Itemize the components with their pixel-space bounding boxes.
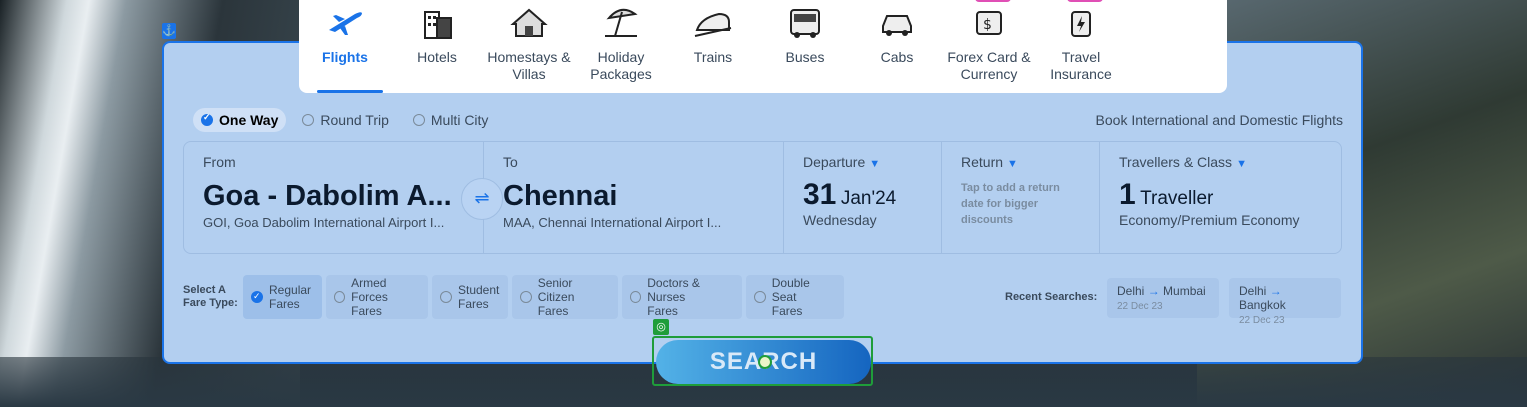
chevron-down-icon: ▼ (1007, 158, 1018, 170)
hotel-icon (424, 11, 452, 39)
arrow-right-icon: → (1147, 284, 1160, 298)
new-tag (1067, 0, 1103, 2)
fare-types: RegularFares Armed ForcesFares StudentFa… (243, 275, 844, 319)
fare-type-label: Select A Fare Type: (183, 284, 238, 309)
from-field[interactable]: From Goa - Dabolim A... GOI, Goa Dabolim… (184, 142, 484, 253)
book-flights-text: Book International and Domestic Flights (1095, 112, 1343, 128)
radio-icon (412, 114, 425, 126)
trip-type-selector: One Way Round Trip Multi City (193, 108, 496, 132)
bus-icon (790, 9, 820, 38)
forex-icon: $ (976, 11, 1002, 35)
fare-armed-forces[interactable]: Armed Forces Fares (326, 275, 428, 319)
radio-icon (630, 291, 642, 303)
tab-travel-insurance[interactable]: Travel Insurance (1035, 0, 1127, 93)
svg-text:$: $ (983, 17, 992, 33)
radio-icon (334, 291, 346, 303)
recent-searches-label: Recent Searches: (1005, 291, 1098, 303)
radio-icon (754, 291, 766, 303)
search-fields: From Goa - Dabolim A... GOI, Goa Dabolim… (183, 141, 1342, 254)
departure-field[interactable]: Departure ▼ 31 Jan'24 Wednesday (784, 142, 942, 253)
tab-forex[interactable]: $ Forex Card & Currency (943, 0, 1035, 93)
chevron-down-icon: ▼ (1236, 158, 1247, 170)
cursor-icon (758, 355, 772, 369)
beach-umbrella-icon (605, 8, 638, 37)
train-icon (694, 12, 732, 37)
swap-icon[interactable]: ⇌ (461, 178, 503, 220)
fare-senior-citizen[interactable]: Senior Citizen Fares (512, 275, 618, 319)
arrow-right-icon: → (1269, 284, 1282, 298)
trip-multi-city[interactable]: Multi City (405, 108, 497, 132)
fare-doctors-nurses[interactable]: Doctors & Nurses Fares (622, 275, 742, 319)
fare-double-seat[interactable]: Double Seat Fares (746, 275, 844, 319)
tab-buses[interactable]: Buses (759, 0, 851, 93)
cab-icon (882, 15, 912, 36)
trip-round-trip[interactable]: Round Trip (294, 108, 396, 132)
anchor-icon: ⚓ (162, 23, 176, 39)
chevron-down-icon: ▼ (869, 158, 881, 170)
radio-icon (520, 291, 532, 303)
fare-student[interactable]: Student Fares (432, 275, 508, 319)
product-nav: Flights Hotels Homestays & Villas Holida… (299, 0, 1227, 93)
tab-flights[interactable]: Flights (299, 0, 391, 93)
tab-homestays[interactable]: Homestays & Villas (483, 0, 575, 93)
recent-search-item[interactable]: Delhi → Mumbai 22 Dec 23 (1107, 278, 1219, 318)
radio-checked-icon (201, 112, 213, 126)
radio-checked-icon (251, 289, 263, 303)
return-field[interactable]: Return ▼ Tap to add a return date for big… (942, 142, 1100, 253)
radio-icon (302, 114, 315, 126)
homestay-icon (510, 8, 548, 37)
recent-search-item[interactable]: Delhi → Bangkok 22 Dec 23 (1229, 278, 1341, 326)
tab-cabs[interactable]: Cabs (851, 0, 943, 93)
tab-holiday-packages[interactable]: Holiday Packages (575, 0, 667, 93)
travellers-field[interactable]: Travellers & Class ▼ 1 Traveller Economy/… (1100, 142, 1341, 253)
insurance-icon (1071, 11, 1091, 37)
fare-regular[interactable]: RegularFares (243, 275, 322, 319)
radio-icon (440, 291, 452, 303)
target-marker-icon: ◎ (653, 319, 669, 335)
new-tag (975, 0, 1011, 2)
tab-hotels[interactable]: Hotels (391, 0, 483, 93)
plane-icon (329, 12, 362, 35)
tab-trains[interactable]: Trains (667, 0, 759, 93)
trip-one-way[interactable]: One Way (193, 108, 287, 132)
to-field[interactable]: To Chennai MAA, Chennai International Ai… (484, 142, 784, 253)
